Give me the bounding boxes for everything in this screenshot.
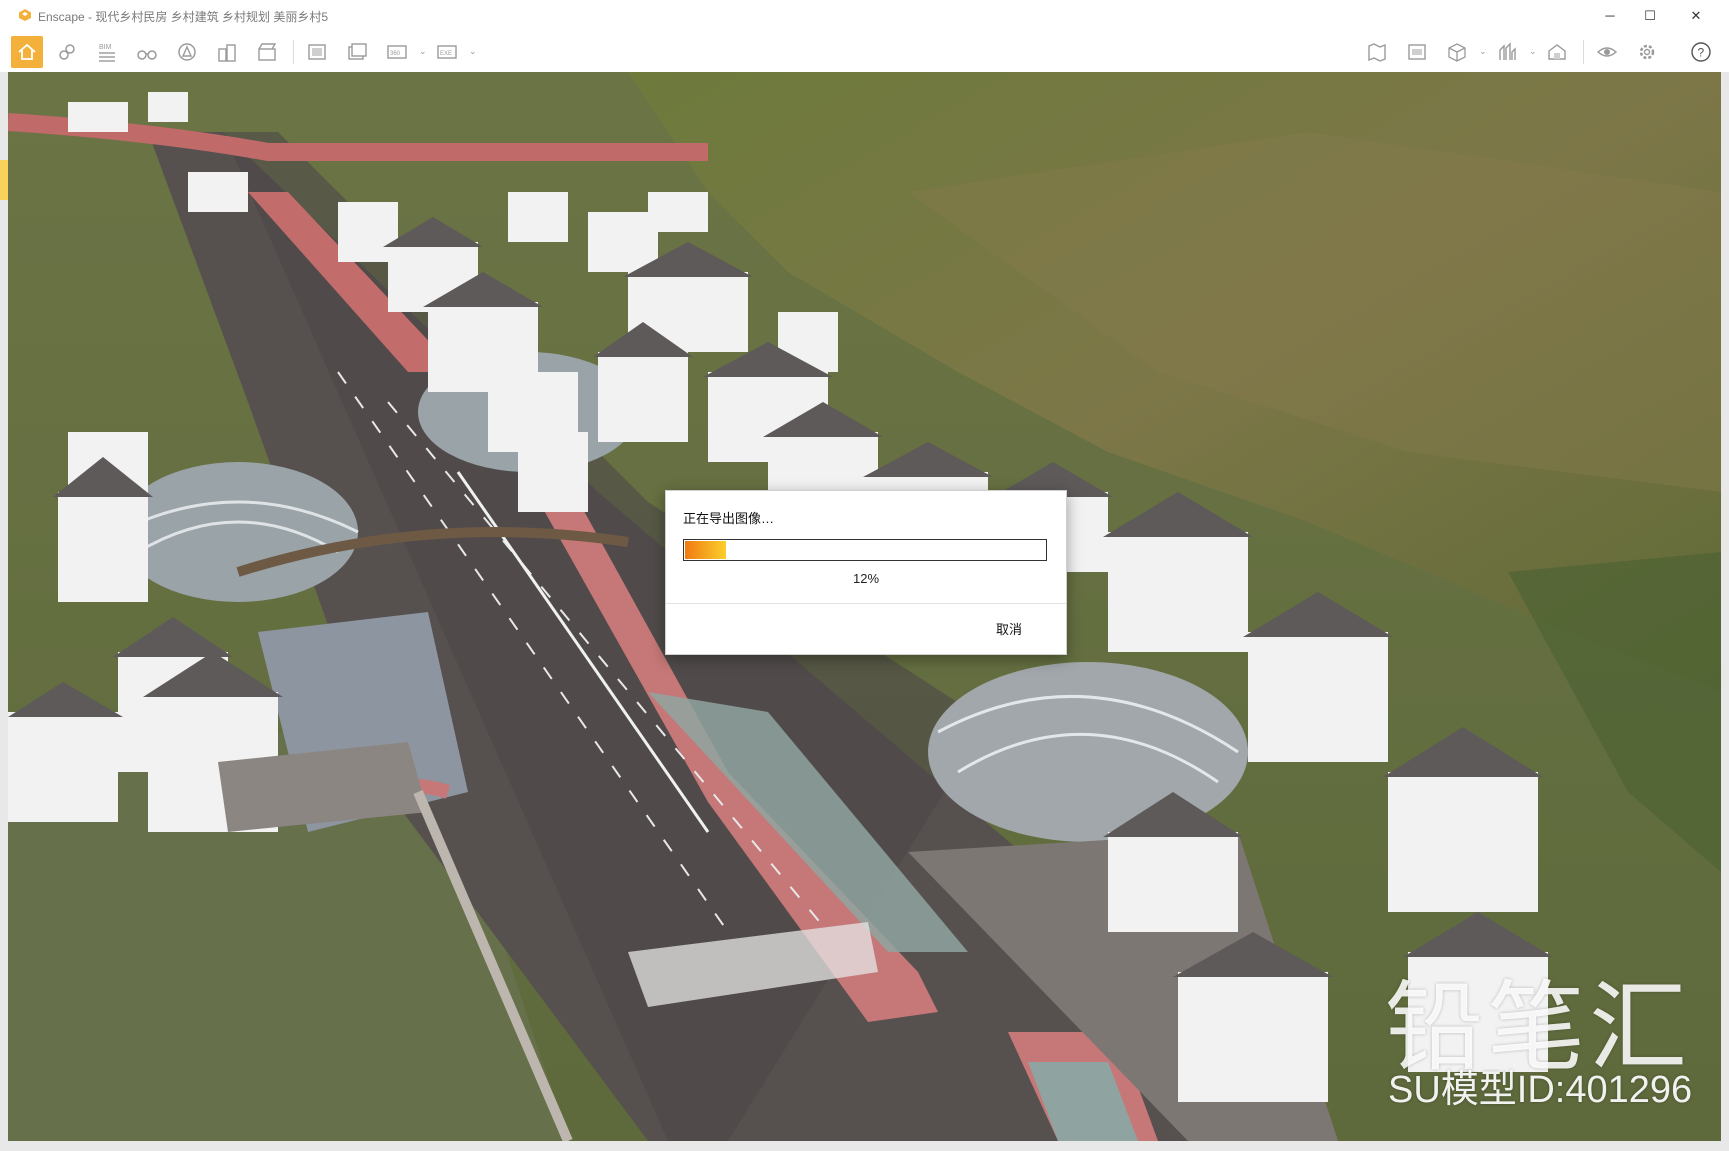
svg-text:360: 360 — [390, 51, 401, 57]
asset-library-icon — [178, 43, 196, 61]
svg-text:?: ? — [1698, 46, 1705, 60]
live-link-button[interactable] — [51, 36, 83, 68]
exe-export-icon: EXE — [437, 45, 457, 59]
home-icon — [18, 43, 36, 60]
material-dropdown-caret-icon[interactable]: ⌄ — [1529, 47, 1537, 56]
material-icon — [1499, 42, 1516, 60]
video-editor-button[interactable] — [251, 36, 283, 68]
dialog-title: 正在导出图像… — [683, 511, 775, 526]
map-icon — [1368, 43, 1386, 62]
title-bar: Enscape - 现代乡村民房 乡村建筑 乡村规划 美丽乡村5 ─ ☐ ✕ — [0, 0, 1729, 32]
cube-dropdown-caret-icon[interactable]: ⌄ — [1479, 47, 1487, 56]
progress-percent-label: 12% — [852, 571, 880, 586]
main-toolbar: BIM 360 ⌄ EXE ⌄ ⌄ ⌄ ? — [0, 32, 1729, 97]
visual-settings-button[interactable] — [1591, 36, 1623, 68]
maximize-button[interactable]: ☐ — [1640, 6, 1660, 26]
bim-icon: BIM — [99, 44, 115, 62]
minimize-button[interactable]: ─ — [1600, 6, 1620, 26]
panorama-icon: 360 — [387, 45, 407, 59]
bim-button[interactable]: BIM — [91, 36, 123, 68]
svg-text:BIM: BIM — [99, 44, 112, 51]
views-icon — [1408, 44, 1426, 60]
help-icon: ? — [1691, 42, 1711, 62]
background-app-strip — [0, 72, 8, 1151]
cube-icon — [1448, 43, 1466, 62]
settings-button[interactable] — [1631, 36, 1663, 68]
window-bottom-border — [0, 1141, 1729, 1151]
house-icon — [1548, 44, 1566, 60]
dialog-divider — [666, 603, 1066, 604]
background-app-tab — [0, 160, 8, 200]
screenshot-icon — [308, 44, 326, 60]
export-dropdown-caret-icon[interactable]: ⌄ — [469, 47, 477, 56]
binoculars-icon — [137, 50, 157, 60]
batch-render-button[interactable] — [341, 36, 373, 68]
asset-library-button[interactable] — [171, 36, 203, 68]
export-progress-bar — [683, 539, 1047, 561]
window-right-border — [1721, 72, 1729, 1151]
window-title: Enscape - 现代乡村民房 乡村建筑 乡村规划 美丽乡村5 — [38, 10, 329, 24]
binoculars-button[interactable] — [131, 36, 163, 68]
buildings-icon — [218, 44, 236, 62]
eye-icon — [1596, 47, 1618, 57]
enscape-logo-icon — [19, 9, 31, 21]
panorama-dropdown-caret-icon[interactable]: ⌄ — [419, 47, 427, 56]
toolbar-separator — [1583, 40, 1584, 64]
close-button[interactable]: ✕ — [1686, 6, 1706, 26]
export-progress-fill — [685, 541, 727, 559]
views-button[interactable] — [1401, 36, 1433, 68]
map-button[interactable] — [1361, 36, 1393, 68]
batch-render-icon — [348, 43, 367, 60]
cube-button[interactable] — [1441, 36, 1473, 68]
home-button[interactable] — [11, 36, 43, 68]
svg-text:EXE: EXE — [440, 51, 452, 57]
export-progress-dialog: 正在导出图像… 12% 取消 — [665, 490, 1067, 655]
exe-export-button[interactable]: EXE — [431, 36, 463, 68]
cancel-button[interactable]: 取消 — [996, 619, 1022, 638]
material-editor-button[interactable] — [1491, 36, 1523, 68]
panorama-button[interactable]: 360 — [381, 36, 413, 68]
screenshot-button[interactable] — [301, 36, 333, 68]
buildings-button[interactable] — [211, 36, 243, 68]
help-button[interactable]: ? — [1685, 36, 1717, 68]
house-button[interactable] — [1541, 36, 1573, 68]
toolbar-separator — [293, 40, 294, 64]
watermark-model-id: SU模型ID:401296 — [1388, 1069, 1693, 1111]
link-icon — [59, 44, 75, 60]
video-editor-icon — [258, 43, 277, 61]
settings-icon — [1639, 44, 1655, 60]
